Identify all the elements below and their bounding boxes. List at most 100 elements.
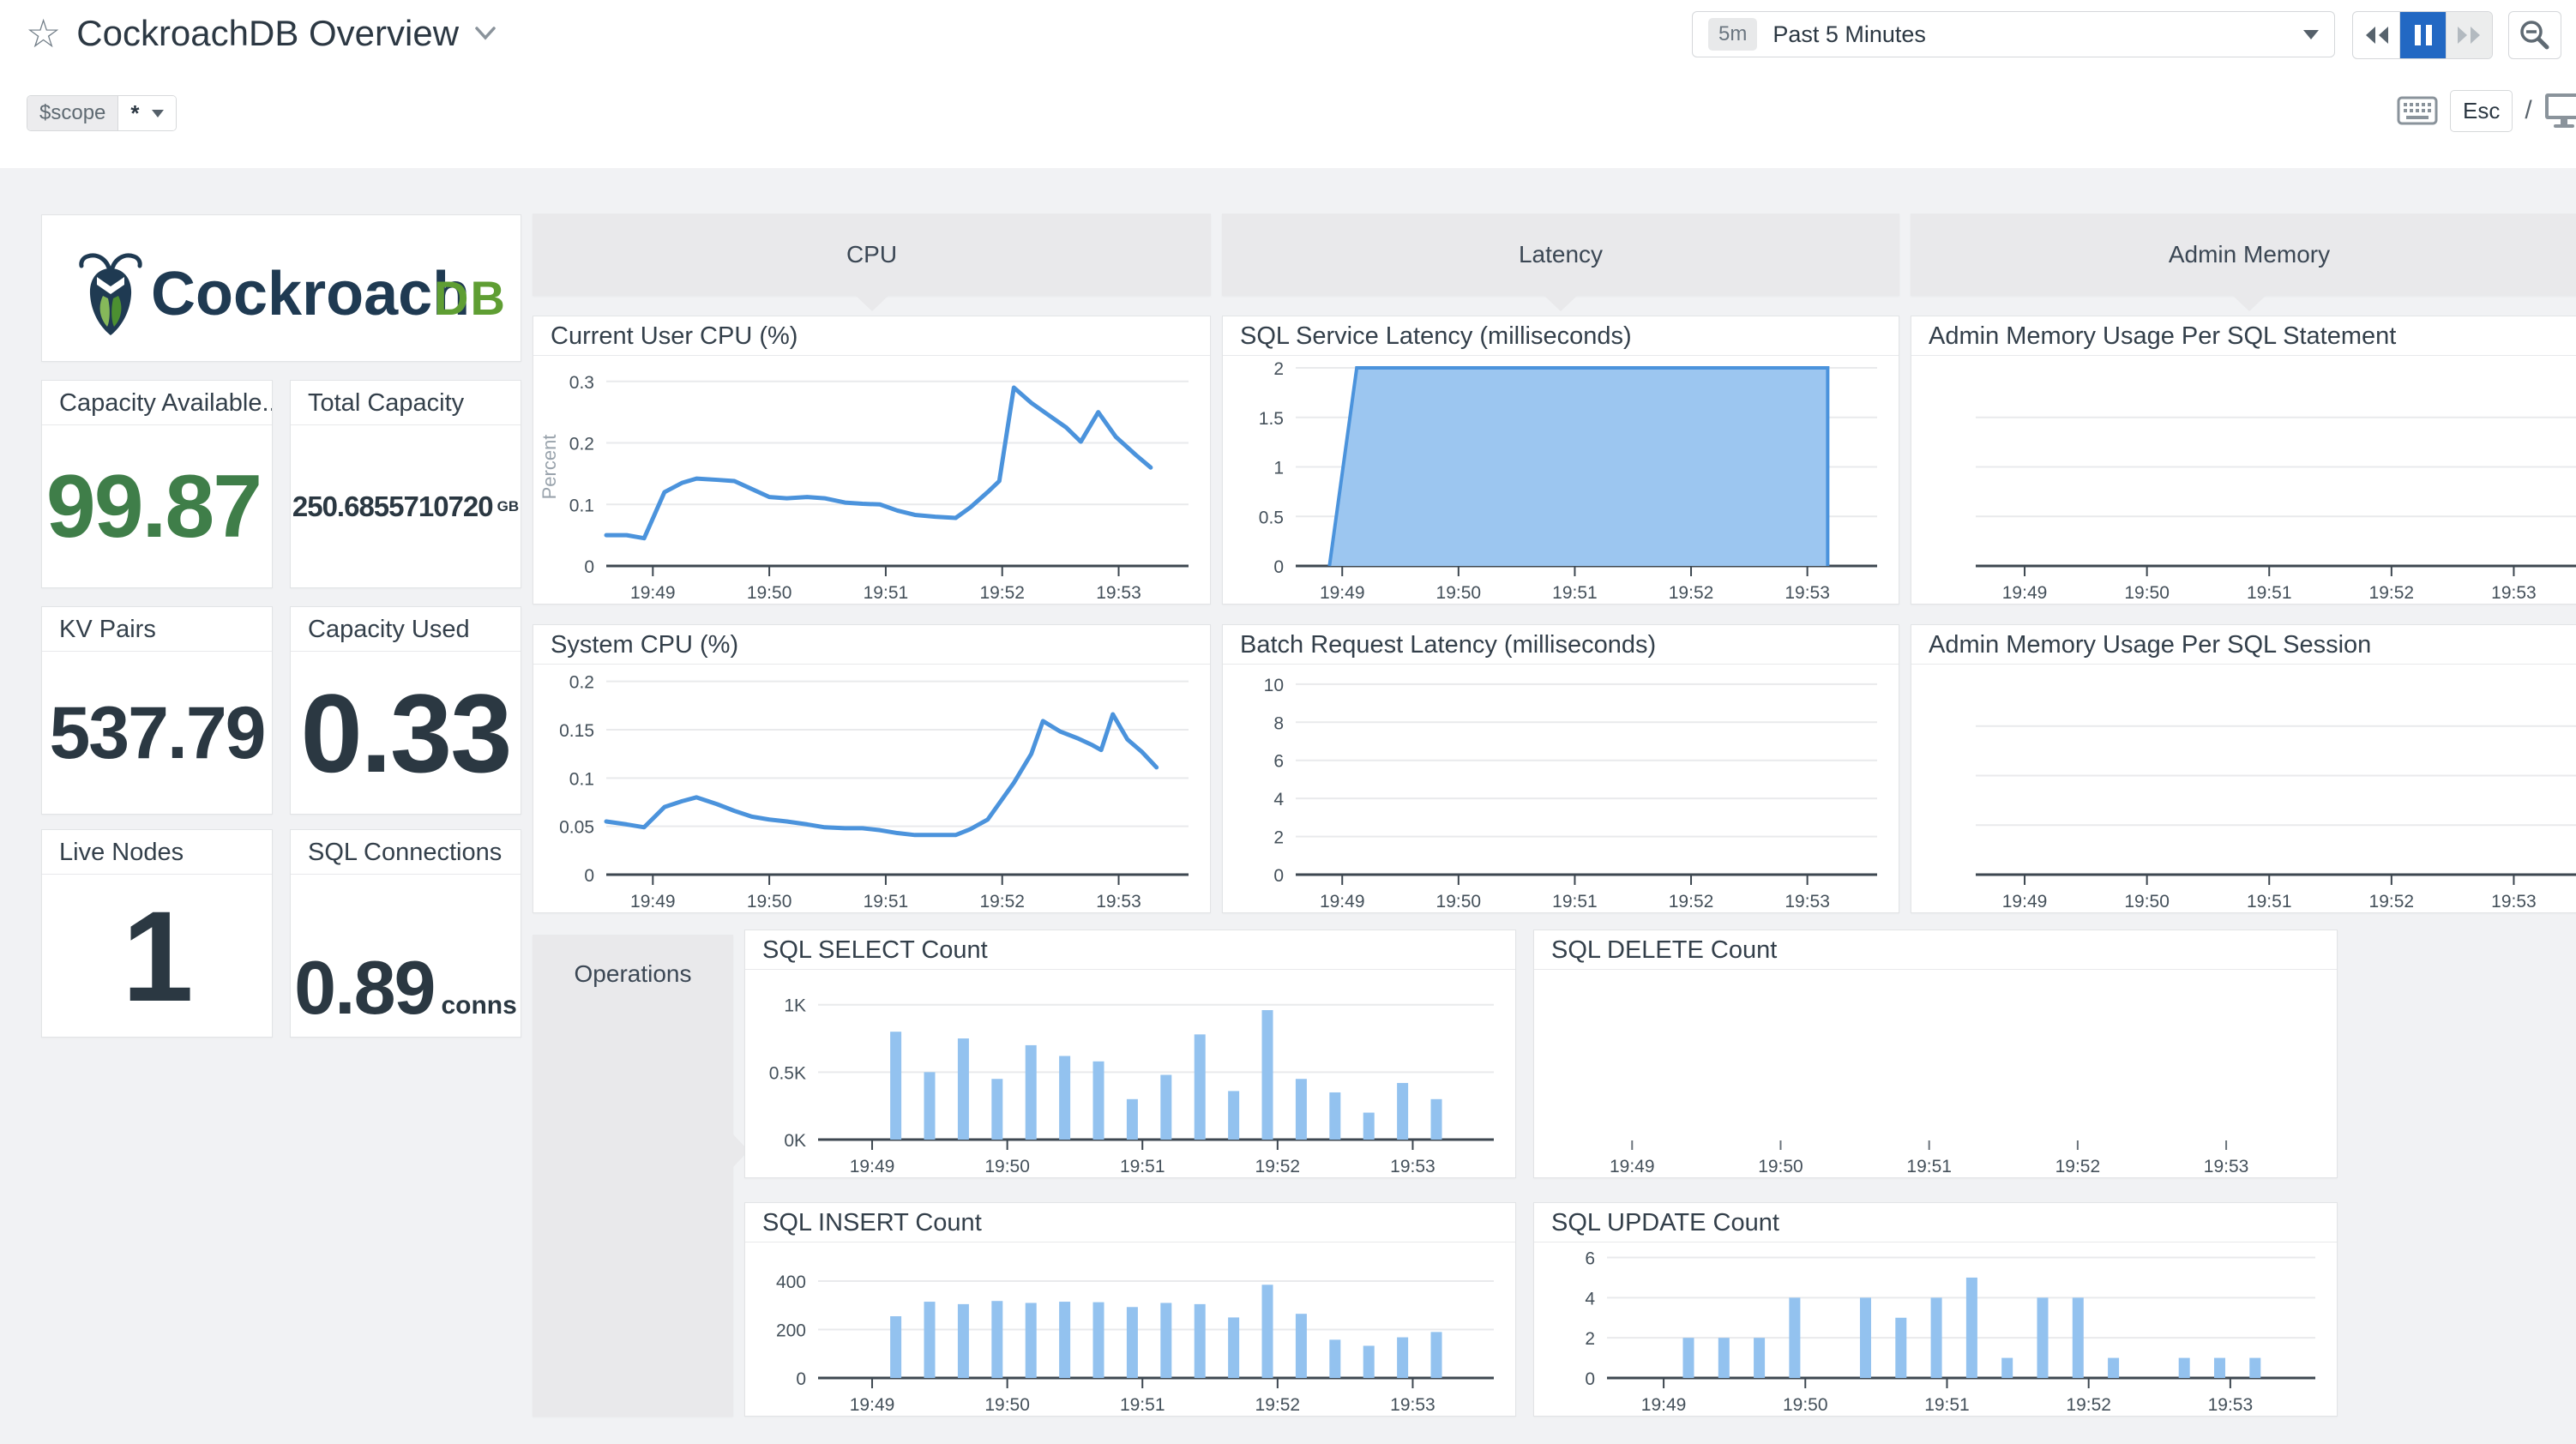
chart-system-cpu[interactable]: System CPU (%) 0 0.05 0.1 0.15 0.2 19:49 19:50…: [533, 624, 1211, 913]
title-chevron-down-icon[interactable]: [474, 26, 497, 41]
svg-text:0: 0: [1273, 866, 1284, 886]
chart-title: SQL UPDATE Count: [1534, 1203, 2337, 1242]
scope-template-variable[interactable]: $scope *: [27, 95, 177, 131]
chart-plot[interactable]: 19:49 19:50 19:51 19:52 19:53: [1534, 970, 2337, 1177]
svg-text:2: 2: [1273, 359, 1284, 379]
svg-text:19:51: 19:51: [1552, 892, 1598, 912]
svg-text:0.3: 0.3: [569, 373, 594, 393]
chart-sql-select-count[interactable]: SQL SELECT Count 0K 0.5K 1K 19:49 19:50 19:51…: [744, 930, 1516, 1178]
chart-plot[interactable]: 19:49 19:50 19:51 19:52 19:53: [1911, 356, 2576, 604]
svg-text:19:49: 19:49: [630, 892, 676, 912]
top-bar: ☆ CockroachDB Overview 5m Past 5 Minutes: [0, 0, 2576, 168]
zoom-out-icon: [2520, 21, 2549, 50]
svg-text:19:52: 19:52: [2369, 583, 2415, 603]
chart-sql-delete-count[interactable]: SQL DELETE Count 19:49 19:50 19:51 19:52 19:…: [1533, 930, 2338, 1178]
group-label: CPU: [846, 241, 898, 268]
group-notch: [854, 295, 889, 311]
chart-batch-request-latency[interactable]: Batch Request Latency (milliseconds) 0 2 4…: [1222, 624, 1899, 913]
svg-text:19:51: 19:51: [1120, 1157, 1165, 1176]
stat-capacity-available[interactable]: Capacity Available... 99.87: [41, 380, 273, 588]
svg-text:8: 8: [1273, 713, 1284, 733]
svg-text:19:52: 19:52: [979, 892, 1025, 912]
svg-text:19:50: 19:50: [747, 583, 792, 603]
chart-plot[interactable]: 0 0.5 1 1.5 2 19:49 19:50 19:51 19:52 19:53: [1223, 356, 1899, 604]
chart-sql-update-count[interactable]: SQL UPDATE Count 0 2 4 6 19:49 19:50 19:51 19:5…: [1533, 1202, 2338, 1417]
chart-sql-insert-count[interactable]: SQL INSERT Count 0 200 400 19:49 19:50 19:51 1…: [744, 1202, 1516, 1417]
chart-title: System CPU (%): [533, 625, 1210, 665]
chart-title: Admin Memory Usage Per SQL Session: [1911, 625, 2576, 665]
svg-text:0.15: 0.15: [559, 721, 594, 741]
chart-plot[interactable]: 0 2 4 6 8 10 19:49 19:50 19:51 19:52 19:53: [1223, 665, 1899, 912]
stat-value: 99.87: [45, 456, 262, 557]
group-notch: [2232, 295, 2266, 311]
svg-text:0.2: 0.2: [569, 673, 594, 693]
stat-value: 0.89: [294, 945, 436, 1030]
group-header-operations[interactable]: Operations: [533, 935, 749, 1417]
chart-title: Admin Memory Usage Per SQL Statement: [1911, 316, 2576, 356]
logo-word: Cockroach: [151, 260, 470, 328]
chart-sql-service-latency[interactable]: SQL Service Latency (milliseconds) 0 0.5 1…: [1222, 316, 1899, 605]
chart-title: SQL DELETE Count: [1534, 930, 2337, 970]
group-label: Latency: [1518, 241, 1604, 268]
chart-svg: 0 0.05 0.1 0.15 0.2 19:49 19:50 19:51 19:52 19:53: [559, 673, 1189, 912]
svg-text:0: 0: [584, 866, 594, 886]
svg-text:4: 4: [1273, 790, 1284, 809]
chart-plot[interactable]: 0 200 400 19:49 19:50 19:51 19:52 19:53: [745, 1242, 1515, 1416]
stat-title: Capacity Used: [291, 607, 521, 652]
chart-plot[interactable]: 0K 0.5K 1K 19:49 19:50 19:51 19:52 19:53: [745, 970, 1515, 1177]
chart-svg: 0 0.5 1 1.5 2 19:49 19:50 19:51 19:52 19:53: [1259, 359, 1877, 603]
group-header-admin-memory[interactable]: Admin Memory: [1911, 214, 2576, 311]
chart-admin-memory-session[interactable]: Admin Memory Usage Per SQL Session 19:49…: [1911, 624, 2576, 913]
zoom-out-button[interactable]: [2508, 11, 2561, 59]
page-title[interactable]: CockroachDB Overview: [76, 13, 459, 54]
chart-plot[interactable]: 0 0.1 0.2 0.3 19:49 19:50 19:51 19:52 19:53 Perce…: [533, 356, 1210, 604]
stat-kv-pairs[interactable]: KV Pairs 537.79: [41, 606, 273, 815]
svg-text:19:52: 19:52: [1255, 1157, 1301, 1176]
title-row: ☆ CockroachDB Overview: [26, 9, 497, 58]
favorite-star-icon[interactable]: ☆: [26, 9, 61, 58]
stat-sql-connections[interactable]: SQL Connections 0.89 conns: [290, 829, 521, 1038]
pause-icon: [2414, 25, 2432, 45]
group-header-latency[interactable]: Latency: [1222, 214, 1899, 311]
scope-variable-value[interactable]: *: [118, 96, 176, 130]
esc-key-button[interactable]: Esc: [2450, 89, 2513, 132]
stat-live-nodes[interactable]: Live Nodes 1: [41, 829, 273, 1038]
svg-text:19:53: 19:53: [2204, 1157, 2249, 1176]
slash-separator: /: [2525, 96, 2532, 124]
cockroachdb-logo-panel[interactable]: Cockroach DB: [41, 214, 521, 362]
chart-current-user-cpu[interactable]: Current User CPU (%) 0 0.1 0.2 0.3 19:49 19:5…: [533, 316, 1211, 605]
chart-plot[interactable]: 0 2 4 6 19:49 19:50 19:51 19:52 19:53: [1534, 1242, 2337, 1416]
svg-text:19:51: 19:51: [1120, 1395, 1165, 1415]
pause-button[interactable]: [2399, 12, 2446, 58]
svg-text:6: 6: [1273, 752, 1284, 772]
svg-text:19:50: 19:50: [1783, 1395, 1828, 1415]
stat-title: KV Pairs: [42, 607, 272, 652]
chart-plot[interactable]: 19:49 19:50 19:51 19:52 19:53: [1911, 665, 2576, 912]
tv-mode-icon[interactable]: [2544, 93, 2576, 129]
stat-value: 0.33: [300, 670, 512, 796]
svg-text:0: 0: [1585, 1369, 1595, 1389]
stat-title: SQL Connections: [291, 830, 521, 875]
svg-text:19:53: 19:53: [2491, 583, 2537, 603]
group-label: Operations: [574, 960, 692, 987]
group-header-cpu[interactable]: CPU: [533, 214, 1211, 311]
chart-title: SQL Service Latency (milliseconds): [1223, 316, 1899, 356]
time-range-picker[interactable]: 5m Past 5 Minutes: [1692, 11, 2335, 57]
svg-text:19:53: 19:53: [2208, 1395, 2254, 1415]
stat-title: Total Capacity: [291, 381, 521, 425]
time-range-label: Past 5 Minutes: [1773, 21, 1926, 47]
stat-unit: GB: [497, 497, 520, 514]
svg-text:19:50: 19:50: [1436, 892, 1482, 912]
fast-forward-button[interactable]: [2446, 12, 2492, 58]
stat-capacity-used[interactable]: Capacity Used 0.33: [290, 606, 521, 815]
chart-admin-memory-statement[interactable]: Admin Memory Usage Per SQL Statement 19:…: [1911, 316, 2576, 605]
rewind-button[interactable]: [2353, 12, 2399, 58]
svg-text:19:49: 19:49: [1610, 1157, 1655, 1176]
svg-text:4: 4: [1585, 1289, 1595, 1309]
svg-text:19:52: 19:52: [1255, 1395, 1301, 1415]
chart-plot[interactable]: 0 0.05 0.1 0.15 0.2 19:49 19:50 19:51 19:52 19:53: [533, 665, 1210, 912]
chart-svg: 0 2 4 6 8 10 19:49 19:50 19:51 19:52 19:53: [1264, 676, 1877, 912]
stat-total-capacity[interactable]: Total Capacity 250.6855710720 GB: [290, 380, 521, 588]
svg-text:19:53: 19:53: [2491, 892, 2537, 912]
svg-text:19:49: 19:49: [1320, 892, 1365, 912]
